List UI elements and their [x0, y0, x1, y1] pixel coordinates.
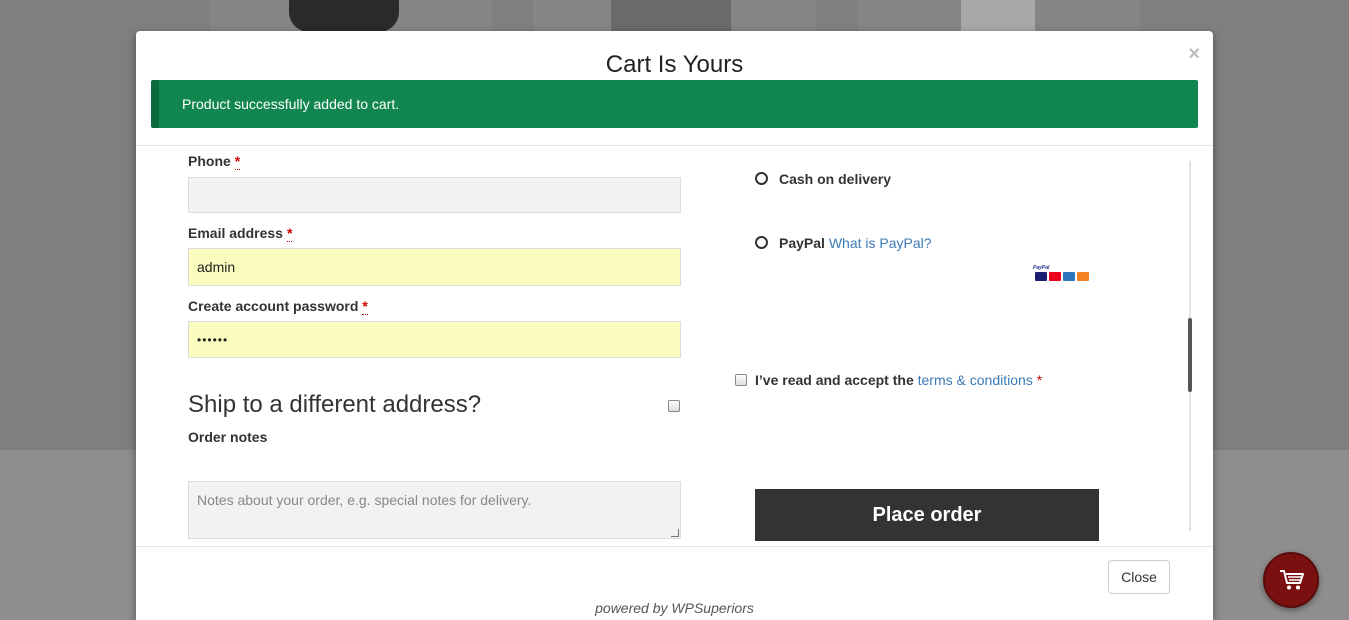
ship-different-heading: Ship to a different address?	[188, 391, 482, 418]
floating-cart-button[interactable]	[1263, 552, 1319, 608]
paypal-option: PayPal What is PayPal?	[779, 235, 932, 251]
modal-title: Cart Is Yours	[605, 51, 744, 78]
paypal-radio[interactable]	[755, 236, 768, 249]
required-mark: *	[1036, 372, 1043, 388]
order-notes-placeholder: Notes about your order, e.g. special not…	[197, 492, 532, 508]
cart-modal: Cart Is Yours × Product successfully add…	[136, 31, 1213, 620]
order-notes-label: Order notes	[188, 429, 268, 445]
checkout-body[interactable]: Phone * Email address * admin Create accou…	[136, 147, 1213, 546]
required-mark: *	[362, 298, 368, 315]
place-order-button[interactable]: Place order	[755, 489, 1099, 541]
email-label: Email address *	[188, 225, 293, 242]
product-thumbnail	[857, 0, 1140, 32]
resize-grip-icon[interactable]	[671, 529, 679, 537]
what-is-paypal-link[interactable]: What is PayPal?	[829, 235, 932, 251]
terms-link[interactable]: terms & conditions	[918, 372, 1033, 388]
cod-radio[interactable]	[755, 172, 768, 185]
close-icon[interactable]: ×	[1188, 44, 1200, 64]
phone-field[interactable]	[188, 177, 681, 213]
required-mark: *	[234, 153, 241, 170]
product-thumbnail	[209, 0, 492, 32]
paypal-label: PayPal	[779, 235, 825, 251]
required-mark: *	[286, 225, 293, 242]
cart-icon	[1280, 570, 1304, 590]
terms-prefix: I’ve read and accept the	[755, 372, 914, 388]
ship-different-checkbox[interactable]	[668, 400, 680, 412]
password-field[interactable]: ••••••	[188, 321, 681, 358]
password-label: Create account password *	[188, 298, 368, 315]
product-thumbnail	[533, 0, 816, 32]
powered-brand[interactable]: WPSuperiors	[671, 600, 753, 616]
email-field[interactable]: admin	[188, 248, 681, 286]
order-notes-textarea[interactable]: Notes about your order, e.g. special not…	[188, 481, 681, 539]
modal-footer: Close powered by WPSuperiors	[136, 546, 1213, 620]
notice-text: Product successfully added to cart.	[182, 96, 400, 112]
success-notice: Product successfully added to cart.	[151, 80, 1198, 128]
modal-header: Cart Is Yours × Product successfully add…	[136, 31, 1213, 146]
scrollbar-thumb[interactable]	[1188, 318, 1192, 392]
powered-by: powered by WPSuperiors	[595, 600, 754, 616]
terms-checkbox[interactable]	[735, 374, 747, 386]
terms-label: I’ve read and accept the terms & conditi…	[755, 372, 1042, 388]
close-button[interactable]: Close	[1108, 560, 1170, 594]
phone-label: Phone *	[188, 153, 241, 170]
paypal-cards-icon: PayPal	[1033, 265, 1099, 283]
cod-label: Cash on delivery	[779, 171, 892, 187]
